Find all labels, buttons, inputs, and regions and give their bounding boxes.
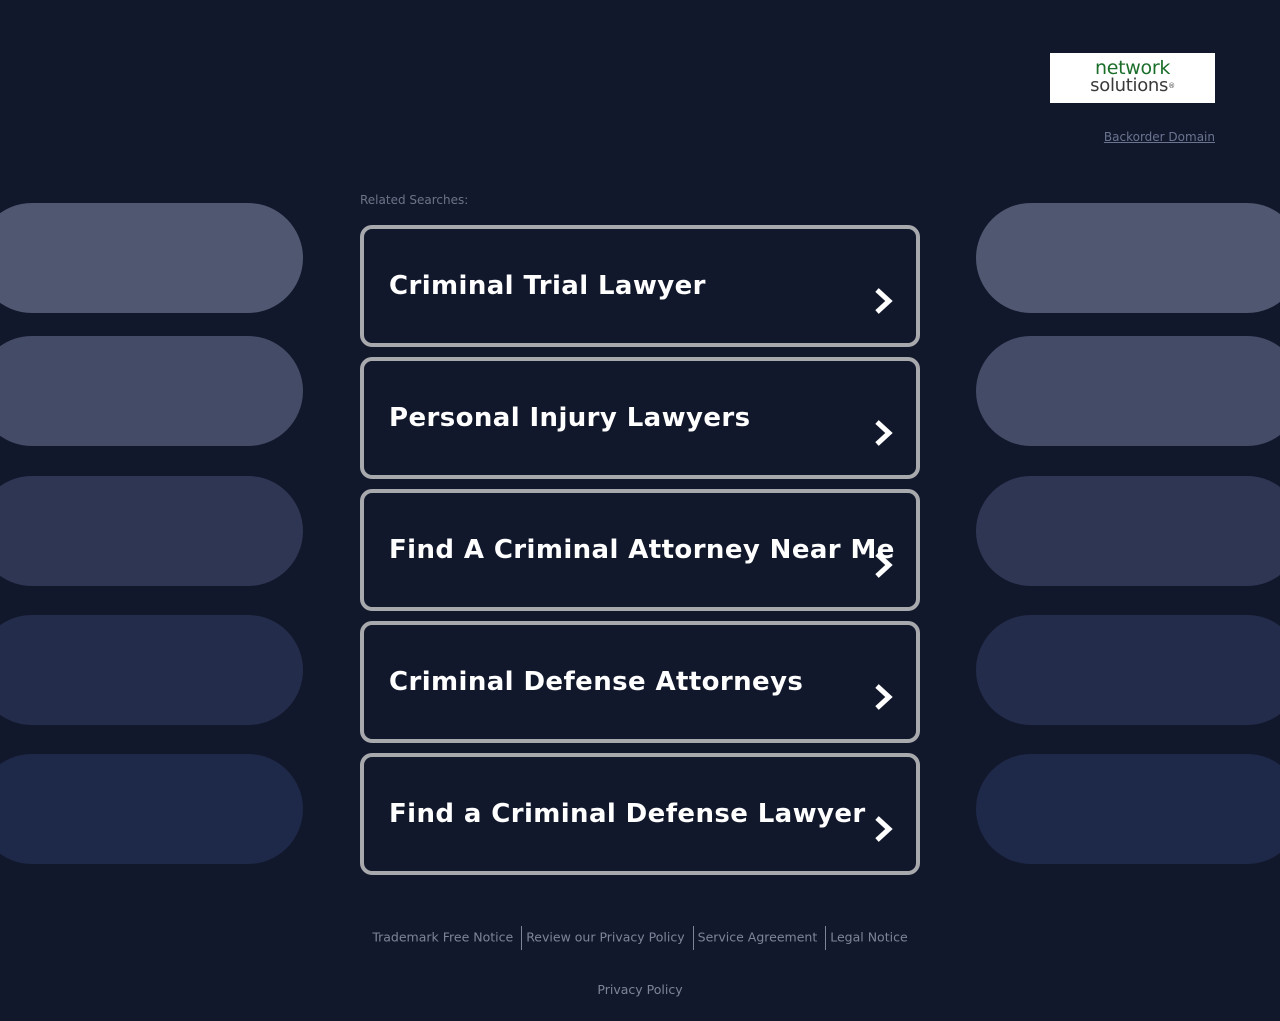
privacy-policy-review-link[interactable]: Review our Privacy Policy — [526, 930, 684, 945]
decorative-pill-right-5 — [976, 754, 1280, 864]
decorative-pill-right-1 — [976, 203, 1280, 313]
related-search-label: Criminal Trial Lawyer — [389, 271, 706, 301]
decorative-pill-left-3 — [0, 476, 303, 586]
decorative-pill-left-5 — [0, 754, 303, 864]
related-search-label: Find a Criminal Defense Lawyer — [389, 799, 866, 829]
decorative-pill-right-2 — [976, 336, 1280, 446]
related-searches-list: Criminal Trial Lawyer Personal Injury La… — [360, 225, 920, 885]
related-search-label: Personal Injury Lawyers — [389, 403, 751, 433]
service-agreement-link[interactable]: Service Agreement — [698, 930, 818, 945]
logo-registered-mark: ® — [1168, 82, 1175, 90]
related-search-item[interactable]: Find A Criminal Attorney Near Me — [360, 489, 920, 611]
decorative-pill-left-4 — [0, 615, 303, 725]
chevron-right-icon — [875, 288, 893, 314]
footer-links: Trademark Free Notice Review our Privacy … — [0, 926, 1280, 950]
chevron-right-icon — [875, 420, 893, 446]
related-search-item[interactable]: Personal Injury Lawyers — [360, 357, 920, 479]
decorative-pill-right-3 — [976, 476, 1280, 586]
chevron-right-icon — [875, 552, 893, 578]
privacy-policy-footer: Privacy Policy — [0, 982, 1280, 997]
decorative-pill-right-4 — [976, 615, 1280, 725]
decorative-pill-left-2 — [0, 336, 303, 446]
logo-text-solutions-word: solutions — [1090, 75, 1169, 96]
related-searches-label: Related Searches: — [360, 193, 469, 207]
footer-divider — [692, 926, 694, 950]
legal-notice-link[interactable]: Legal Notice — [830, 930, 907, 945]
related-search-label: Find A Criminal Attorney Near Me — [389, 535, 895, 565]
network-solutions-logo[interactable]: network solutions® — [1050, 53, 1215, 103]
footer-divider — [521, 926, 523, 950]
chevron-right-icon — [875, 684, 893, 710]
trademark-free-notice-link[interactable]: Trademark Free Notice — [372, 930, 513, 945]
related-search-item[interactable]: Find a Criminal Defense Lawyer — [360, 753, 920, 875]
related-search-item[interactable]: Criminal Trial Lawyer — [360, 225, 920, 347]
backorder-domain-link[interactable]: Backorder Domain — [1104, 130, 1215, 144]
logo-text-solutions: solutions® — [1050, 77, 1215, 95]
decorative-pill-left-1 — [0, 203, 303, 313]
related-search-item[interactable]: Criminal Defense Attorneys — [360, 621, 920, 743]
privacy-policy-link[interactable]: Privacy Policy — [597, 982, 682, 997]
chevron-right-icon — [875, 816, 893, 842]
related-search-label: Criminal Defense Attorneys — [389, 667, 804, 697]
footer-divider — [825, 926, 827, 950]
